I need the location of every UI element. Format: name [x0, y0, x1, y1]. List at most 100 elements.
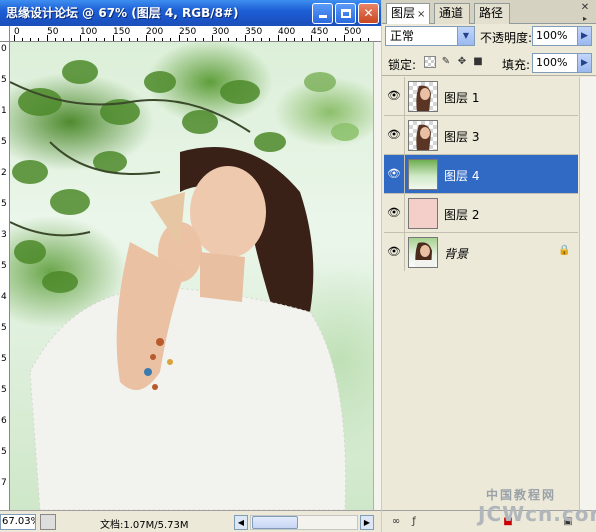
- layer-row-3[interactable]: 👁 图层 3: [384, 116, 578, 155]
- neck-shape: [200, 252, 245, 302]
- ruler-left-label: 5: [1, 261, 7, 271]
- eye-column-divider: [404, 116, 405, 155]
- tab-channels[interactable]: 通道: [434, 3, 470, 24]
- ruler-left-label: 6: [1, 416, 7, 426]
- ruler-left-label: 4: [1, 292, 7, 302]
- tab-paths-label: 路径: [479, 6, 504, 20]
- ruler-tick: [311, 35, 312, 41]
- zoom-field[interactable]: 67.03%: [0, 514, 36, 530]
- ruler-tick: [335, 38, 336, 41]
- ruler-tick: [344, 35, 345, 41]
- document-title: 思缘设计论坛 @ 67% (图层 4, RGB/8#): [6, 6, 239, 20]
- layer-thumbnail: [408, 198, 438, 229]
- photo-thumbnail-shape: [415, 242, 435, 267]
- lock-transparency-icon[interactable]: [424, 56, 436, 68]
- figure-thumbnail-shape: [416, 124, 431, 150]
- blend-mode-select[interactable]: 正常 ▼: [385, 26, 475, 46]
- ruler-tick: [71, 38, 72, 41]
- eye-icon[interactable]: 👁: [386, 245, 402, 259]
- layers-list: 👁 图层 1 👁 图层 3 👁 图层 4 👁 图层 2 👁 背景 🔒: [384, 77, 578, 272]
- tab-paths[interactable]: 路径: [474, 3, 510, 24]
- layer-row-2[interactable]: 👁 图层 2: [384, 194, 578, 233]
- layer-name: 背景: [444, 247, 469, 261]
- layers-panel: 图层× 通道 路径 ✕ ▸ 正常 ▼ 不透明度: 100% ▶ 锁定: ✎ ✥: [382, 0, 596, 532]
- layers-scrollbar[interactable]: [579, 77, 596, 510]
- ruler-tick: [203, 38, 204, 41]
- layer-thumbnail: [408, 159, 438, 190]
- ruler-horizontal[interactable]: 0 50 100 150 200 250 300 350 400 450 500: [10, 26, 381, 42]
- ruler-tick: [302, 38, 303, 41]
- ruler-tick: [137, 38, 138, 41]
- ruler-left-label: 5: [1, 199, 7, 209]
- sweater-shape: [30, 287, 346, 510]
- layer-name: 图层 2: [444, 208, 480, 222]
- image-canvas[interactable]: [10, 42, 373, 510]
- layer-name: 图层 4: [444, 169, 480, 183]
- blend-mode-value: 正常: [390, 29, 415, 43]
- layer-row-4[interactable]: 👁 图层 4: [384, 155, 578, 194]
- figure-thumbnail-shape: [416, 85, 431, 111]
- close-button[interactable]: ✕: [358, 3, 379, 24]
- layer-row-1[interactable]: 👁 图层 1: [384, 77, 578, 116]
- ruler-tick: [63, 38, 64, 41]
- ruler-tick: [88, 38, 89, 41]
- ruler-left-label: 0: [1, 44, 7, 54]
- tab-close-icon[interactable]: ×: [417, 9, 425, 20]
- ruler-top-label: 250: [179, 27, 197, 37]
- link-icon[interactable]: ∞: [390, 516, 402, 528]
- layer-thumbnail: [408, 237, 438, 268]
- ruler-left-label: 1: [1, 106, 7, 116]
- opacity-slider-arrow-icon[interactable]: ▶: [578, 26, 592, 46]
- scroll-right-button[interactable]: ▶: [360, 515, 374, 530]
- ruler-tick: [195, 38, 196, 41]
- trash-icon[interactable]: ▣: [562, 516, 574, 528]
- tab-layers[interactable]: 图层 ×: [386, 3, 430, 24]
- eye-column-divider: [404, 77, 405, 116]
- eye-icon[interactable]: 👁: [386, 167, 402, 181]
- layer-name: 图层 3: [444, 130, 480, 144]
- status-bar: 67.03% 文档:1.07M/5.73M ◀ ▶: [0, 510, 381, 532]
- eye-icon[interactable]: 👁: [386, 128, 402, 142]
- panel-menu-icon[interactable]: ▸: [579, 14, 591, 24]
- maximize-button[interactable]: [335, 3, 356, 24]
- chevron-down-icon[interactable]: ▼: [457, 27, 474, 45]
- ruler-vertical[interactable]: 0 5 1 5 2 5 3 5 4 5 5 5 6 5 7: [0, 42, 10, 510]
- minimize-button[interactable]: [312, 3, 333, 24]
- fill-slider-arrow-icon[interactable]: ▶: [578, 53, 592, 73]
- ruler-tick: [228, 38, 229, 41]
- opacity-input[interactable]: 100%: [532, 26, 578, 46]
- ruler-tick: [212, 35, 213, 41]
- lock-brush-icon[interactable]: ✎: [440, 56, 452, 68]
- ruler-tick: [14, 35, 15, 41]
- fill-input[interactable]: 100%: [532, 53, 578, 73]
- status-info-icon[interactable]: [40, 514, 56, 530]
- panel-tabs: 图层 × 通道 路径 ✕ ▸: [382, 0, 596, 24]
- layer-row-background[interactable]: 👁 背景 🔒: [384, 233, 578, 272]
- layer-style-icon[interactable]: ƒ: [408, 516, 420, 528]
- ruler-tick: [278, 35, 279, 41]
- ruler-tick: [327, 38, 328, 41]
- document-window: 思缘设计论坛 @ 67% (图层 4, RGB/8#) ✕ 0 50 100 150 2…: [0, 0, 381, 532]
- panel-close-icon[interactable]: ✕: [579, 2, 591, 14]
- lock-all-icon[interactable]: ■: [472, 56, 484, 68]
- ruler-top-label: 200: [146, 27, 164, 37]
- eye-icon[interactable]: 👁: [386, 206, 402, 220]
- lock-move-icon[interactable]: ✥: [456, 56, 468, 68]
- mask-icon[interactable]: ■: [502, 516, 514, 528]
- ruler-tick: [96, 38, 97, 41]
- eye-column-divider: [404, 155, 405, 194]
- horizontal-scroll-thumb[interactable]: [252, 516, 298, 529]
- ruler-tick: [352, 38, 353, 41]
- scroll-left-button[interactable]: ◀: [234, 515, 248, 530]
- ruler-left-label: 5: [1, 323, 7, 333]
- ruler-tick: [162, 38, 163, 41]
- ruler-tick: [245, 35, 246, 41]
- ruler-top-label: 500: [344, 27, 362, 37]
- ruler-origin[interactable]: [0, 26, 10, 42]
- ruler-top-label: 50: [47, 27, 59, 37]
- canvas-vertical-scrollbar[interactable]: [373, 42, 381, 510]
- eye-icon[interactable]: 👁: [386, 89, 402, 103]
- ruler-left-label: 5: [1, 447, 7, 457]
- opacity-label: 不透明度:: [480, 31, 533, 45]
- ruler-left-label: 5: [1, 75, 7, 85]
